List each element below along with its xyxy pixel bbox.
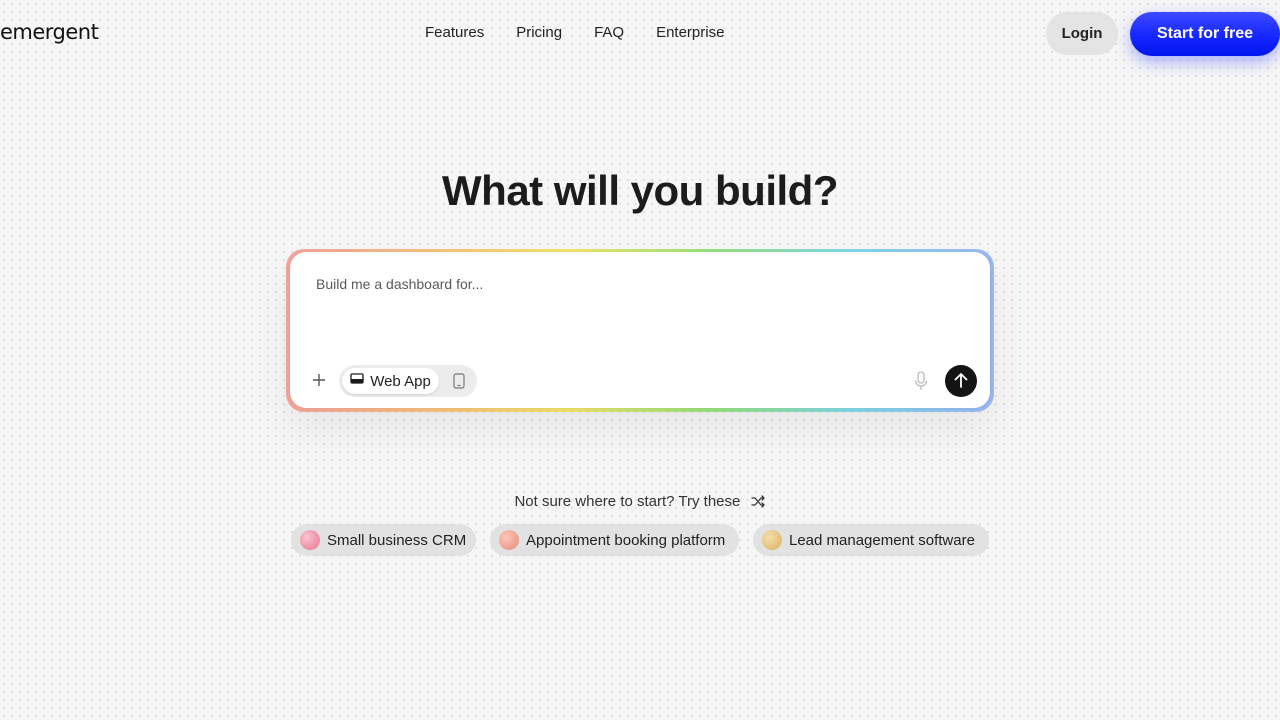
start-for-free-button[interactable]: Start for free [1130,12,1280,56]
chip-appointment-booking-platform[interactable]: Appointment booking platform [490,524,739,556]
page-headline: What will you build? [442,167,838,214]
chip-label: Small business CRM [327,531,467,549]
nav-enterprise[interactable]: Enterprise [656,24,724,41]
main-nav: Features Pricing FAQ Enterprise [425,24,756,41]
orb-icon [762,530,782,550]
web-app-option[interactable]: Web App [342,368,439,394]
logo[interactable]: emergent [0,20,99,44]
arrow-up-icon [954,372,968,391]
chip-small-business-crm[interactable]: Small business CRM [291,524,476,556]
chip-lead-management-software[interactable]: Lead management software [753,524,989,556]
mobile-phone-icon[interactable] [449,371,469,391]
prompt-input[interactable] [314,274,958,348]
shuffle-icon[interactable] [750,495,766,512]
prompt-card: Web App [287,249,993,408]
suggestions-heading-text: Not sure where to start? Try these [514,493,741,510]
chip-label: Lead management software [789,531,975,549]
nav-features[interactable]: Features [425,24,484,41]
nav-faq[interactable]: FAQ [594,24,624,41]
chip-label: Appointment booking platform [526,531,726,549]
laptop-icon [350,372,364,390]
orb-icon [499,530,519,550]
login-button[interactable]: Login [1046,12,1118,55]
plus-icon[interactable] [308,369,330,391]
suggestions-heading: Not sure where to start? Try these [0,493,1280,512]
microphone-icon[interactable] [912,370,930,392]
orb-icon [300,530,320,550]
send-button[interactable] [945,365,977,397]
app-type-toggle: Web App [339,365,477,397]
nav-pricing[interactable]: Pricing [516,24,562,41]
web-app-label: Web App [370,372,431,390]
